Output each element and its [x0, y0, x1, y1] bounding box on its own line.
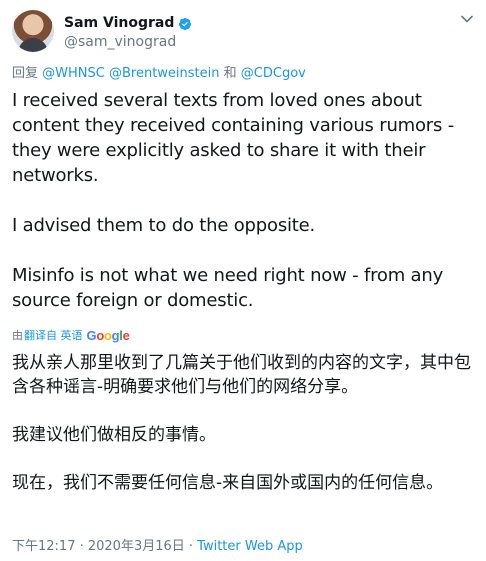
author-names[interactable]: Sam Vinograd @sam_vinograd — [64, 13, 192, 50]
verified-badge-icon — [178, 16, 192, 31]
translation-attribution: 由 翻译自 英语 Google — [12, 327, 130, 343]
author-handle[interactable]: @sam_vinograd — [64, 34, 192, 50]
reply-prefix: 回复 — [12, 66, 39, 81]
mention-whnsc[interactable]: @WHNSC — [42, 66, 105, 81]
tweet: Sam Vinograd @sam_vinograd 回复 @WHNSC @Br… — [0, 0, 486, 561]
display-name-row: Sam Vinograd — [64, 13, 192, 33]
tweet-text: I received several texts from loved ones… — [12, 90, 455, 311]
tweet-header: Sam Vinograd @sam_vinograd — [12, 10, 474, 58]
chevron-down-icon[interactable] — [460, 12, 474, 26]
reply-joiner: 和 — [223, 66, 237, 81]
tweet-meta: 下午12:17 · 2020年3月16日 · Twitter Web App — [12, 535, 303, 554]
translated-text: 我从亲人那里收到了几篇关于他们收到的内容的文字，其中包含各种谣言-明确要求他们与… — [12, 353, 471, 493]
reply-context: 回复 @WHNSC @Brentweinstein 和 @CDCgov — [12, 62, 306, 81]
mention-cdcgov[interactable]: @CDCgov — [241, 66, 306, 81]
meta-separator: · — [184, 539, 198, 554]
source-app-link[interactable]: Twitter Web App — [197, 539, 303, 554]
avatar-shoulders — [18, 38, 48, 52]
display-name[interactable]: Sam Vinograd — [64, 15, 174, 31]
translation-by-prefix: 由 — [12, 329, 23, 342]
avatar[interactable] — [12, 10, 54, 52]
timestamp[interactable]: 下午12:17 · 2020年3月16日 — [12, 539, 185, 554]
google-logo: Google — [86, 327, 130, 343]
translated-from-link[interactable]: 翻译自 英语 — [24, 327, 83, 343]
mention-brentweinstein[interactable]: @Brentweinstein — [109, 66, 220, 81]
